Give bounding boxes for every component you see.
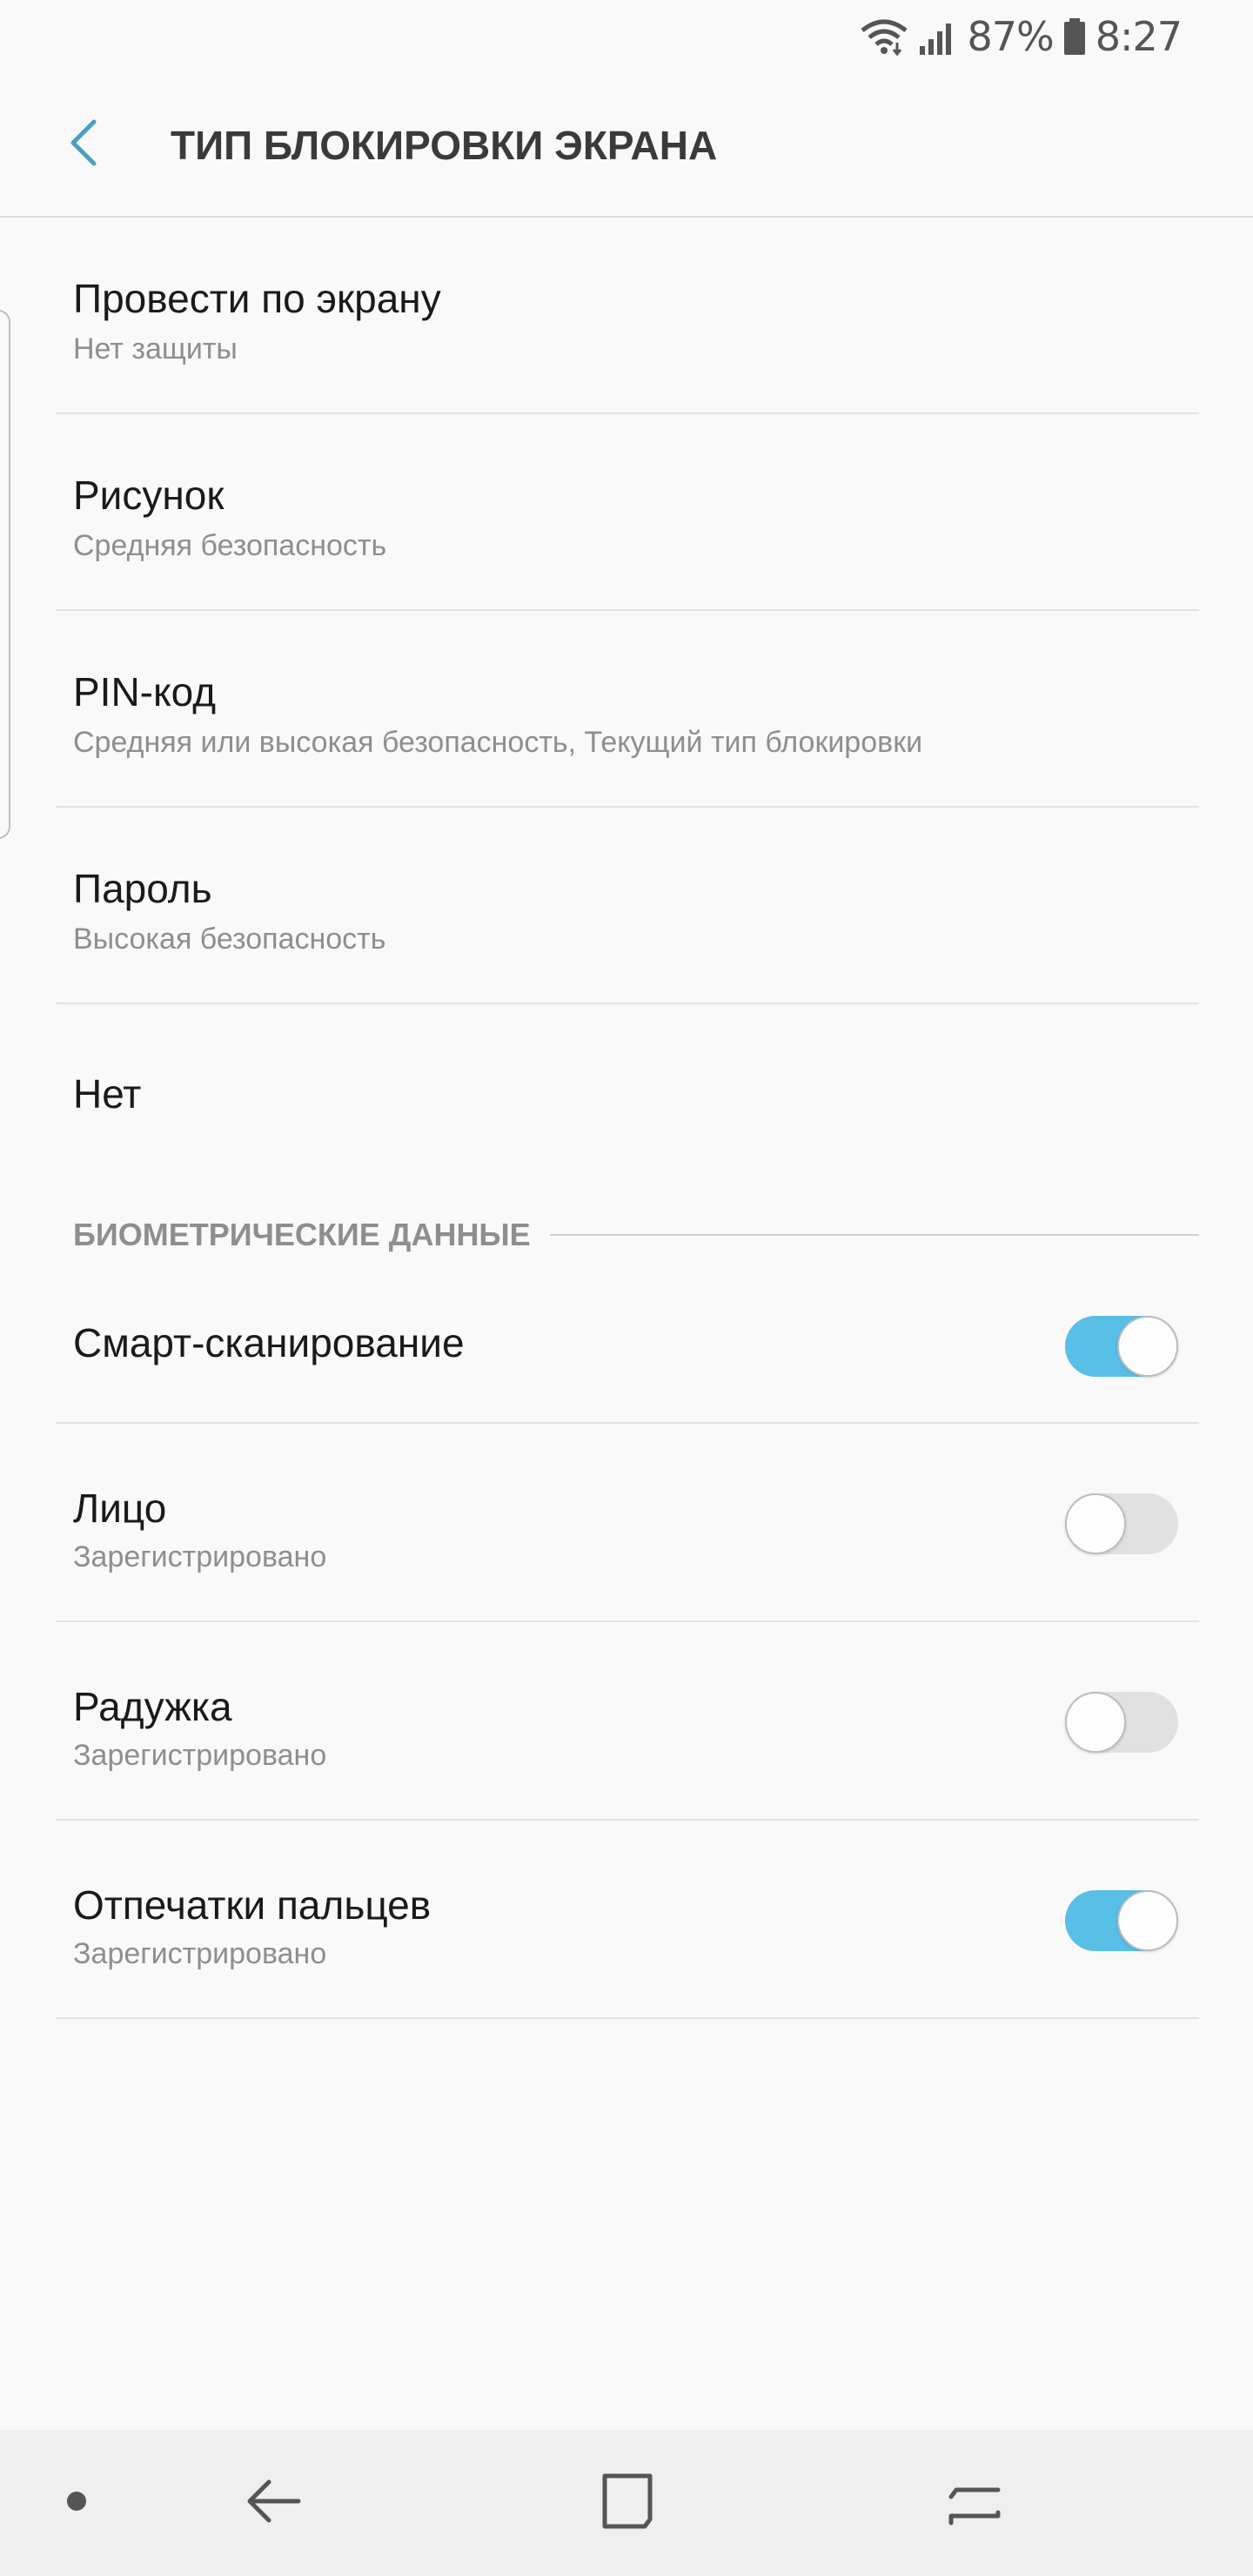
toggle-knob xyxy=(1065,1692,1126,1753)
app-bar: ТИП БЛОКИРОВКИ ЭКРАНА xyxy=(0,73,1253,218)
back-icon xyxy=(245,2471,305,2536)
list-item-title: Смарт-сканирование xyxy=(73,1320,465,1365)
smart-scan-toggle[interactable] xyxy=(1065,1316,1178,1377)
section-label: БИОМЕТРИЧЕСКИЕ ДАННЫЕ xyxy=(73,1217,531,1252)
biometric-face[interactable]: Лицо Зарегистрировано xyxy=(0,1424,1253,1622)
lock-type-pattern[interactable]: Рисунок Средняя безопасность xyxy=(0,414,1253,611)
recents-icon xyxy=(944,2471,1005,2536)
nav-recents-button[interactable] xyxy=(931,2459,1018,2546)
list-item-title: Лицо xyxy=(73,1486,167,1531)
section-divider xyxy=(549,1234,1199,1236)
nav-back-button[interactable] xyxy=(231,2459,318,2546)
list-item-subtitle: Зарегистрировано xyxy=(73,1937,327,1970)
list-item-title: Рисунок xyxy=(73,473,224,518)
list-item-subtitle: Зарегистрировано xyxy=(73,1540,327,1573)
status-bar: 87% 8:27 xyxy=(0,0,1253,73)
section-header-biometrics: БИОМЕТРИЧЕСКИЕ ДАННЫЕ xyxy=(73,1213,1199,1257)
navigation-bar xyxy=(0,2430,1253,2576)
page-title: ТИП БЛОКИРОВКИ ЭКРАНА xyxy=(171,123,718,168)
list-item-title: Провести по экрану xyxy=(73,276,441,321)
list-item-subtitle: Средняя или высокая безопасность, Текущи… xyxy=(73,726,923,759)
iris-toggle[interactable] xyxy=(1065,1692,1178,1753)
list-item-title: Отпечатки пальцев xyxy=(73,1882,432,1928)
list-item-title: Нет xyxy=(73,1071,142,1117)
status-indicators: 87% 8:27 xyxy=(859,10,1183,63)
biometric-smart-scan[interactable]: Смарт-сканирование xyxy=(0,1267,1253,1424)
toggle-knob xyxy=(1117,1316,1178,1377)
toggle-knob xyxy=(1065,1493,1126,1554)
divider xyxy=(56,2017,1199,2019)
list-item-title: Пароль xyxy=(73,866,212,911)
biometric-iris[interactable]: Радужка Зарегистрировано xyxy=(0,1622,1253,1821)
list-item-subtitle: Зарегистрировано xyxy=(73,1739,327,1772)
wifi-icon xyxy=(859,17,909,57)
back-button[interactable] xyxy=(49,110,118,179)
lock-type-none[interactable]: Нет xyxy=(0,1004,1253,1178)
battery-icon xyxy=(1062,17,1087,57)
biometrics-list: Смарт-сканирование Лицо Зарегистрировано… xyxy=(0,1267,1253,2019)
lock-type-list: Провести по экрану Нет защиты Рисунок Ср… xyxy=(0,218,1253,1178)
battery-percent: 87% xyxy=(967,13,1054,60)
back-arrow-icon xyxy=(64,117,103,173)
list-item-subtitle: Средняя безопасность xyxy=(73,529,387,562)
clock: 8:27 xyxy=(1095,13,1183,60)
face-toggle[interactable] xyxy=(1065,1493,1178,1554)
signal-icon xyxy=(918,17,958,57)
list-item-title: PIN-код xyxy=(73,669,217,714)
dot-icon xyxy=(64,2488,90,2519)
list-item-title: Радужка xyxy=(73,1684,232,1729)
biometric-fingerprints[interactable]: Отпечатки пальцев Зарегистрировано xyxy=(0,1821,1253,2019)
home-icon xyxy=(594,2471,655,2536)
toggle-knob xyxy=(1117,1890,1178,1951)
nav-dot-button[interactable] xyxy=(33,2459,120,2546)
nav-home-button[interactable] xyxy=(581,2459,668,2546)
list-item-subtitle: Нет защиты xyxy=(73,332,238,366)
list-item-subtitle: Высокая безопасность xyxy=(73,922,386,956)
lock-type-swipe[interactable]: Провести по экрану Нет защиты xyxy=(0,218,1253,414)
lock-type-pin[interactable]: PIN-код Средняя или высокая безопасность… xyxy=(0,611,1253,808)
lock-type-password[interactable]: Пароль Высокая безопасность xyxy=(0,808,1253,1004)
fingerprints-toggle[interactable] xyxy=(1065,1890,1178,1951)
